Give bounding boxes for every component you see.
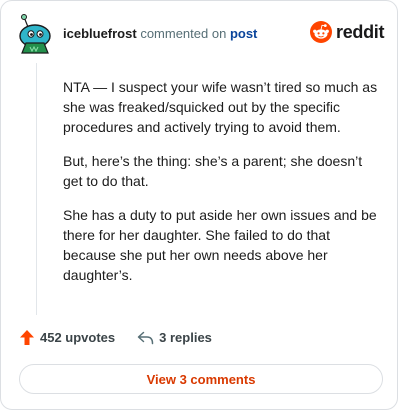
reddit-wordmark: reddit	[336, 21, 385, 42]
comment-body: NTA — I suspect your wife wasn’t tired s…	[63, 77, 381, 299]
upvote-button[interactable]: 452 upvotes	[19, 329, 115, 346]
reply-count: 3 replies	[159, 330, 212, 345]
reply-arrow-icon	[137, 331, 154, 344]
snoo-avatar-icon	[19, 14, 51, 54]
comment-paragraph: NTA — I suspect your wife wasn’t tired s…	[63, 79, 378, 135]
reddit-snoo-icon	[310, 21, 332, 43]
view-comments-button[interactable]: View 3 comments	[19, 364, 383, 394]
thread-line	[36, 63, 37, 315]
comment-paragraph: She has a duty to put aside her own issu…	[63, 207, 377, 283]
post-link[interactable]: post	[230, 26, 257, 41]
comment-action-text: commented on	[140, 26, 227, 41]
upvote-arrow-icon	[20, 330, 34, 345]
comment-stats: 452 upvotes 3 replies	[19, 329, 212, 346]
upvote-count: 452 upvotes	[40, 330, 116, 345]
user-avatar[interactable]	[16, 13, 56, 57]
comment-paragraph: But, here’s the thing: she’s a parent; s…	[63, 153, 363, 189]
comment-header: icebluefrost commented on post	[63, 26, 257, 42]
reply-button[interactable]: 3 replies	[137, 330, 212, 345]
reddit-brand[interactable]: reddit	[310, 21, 385, 43]
username[interactable]: icebluefrost	[63, 26, 137, 41]
comment-embed-card: icebluefrost commented on post reddit NT…	[0, 0, 398, 410]
